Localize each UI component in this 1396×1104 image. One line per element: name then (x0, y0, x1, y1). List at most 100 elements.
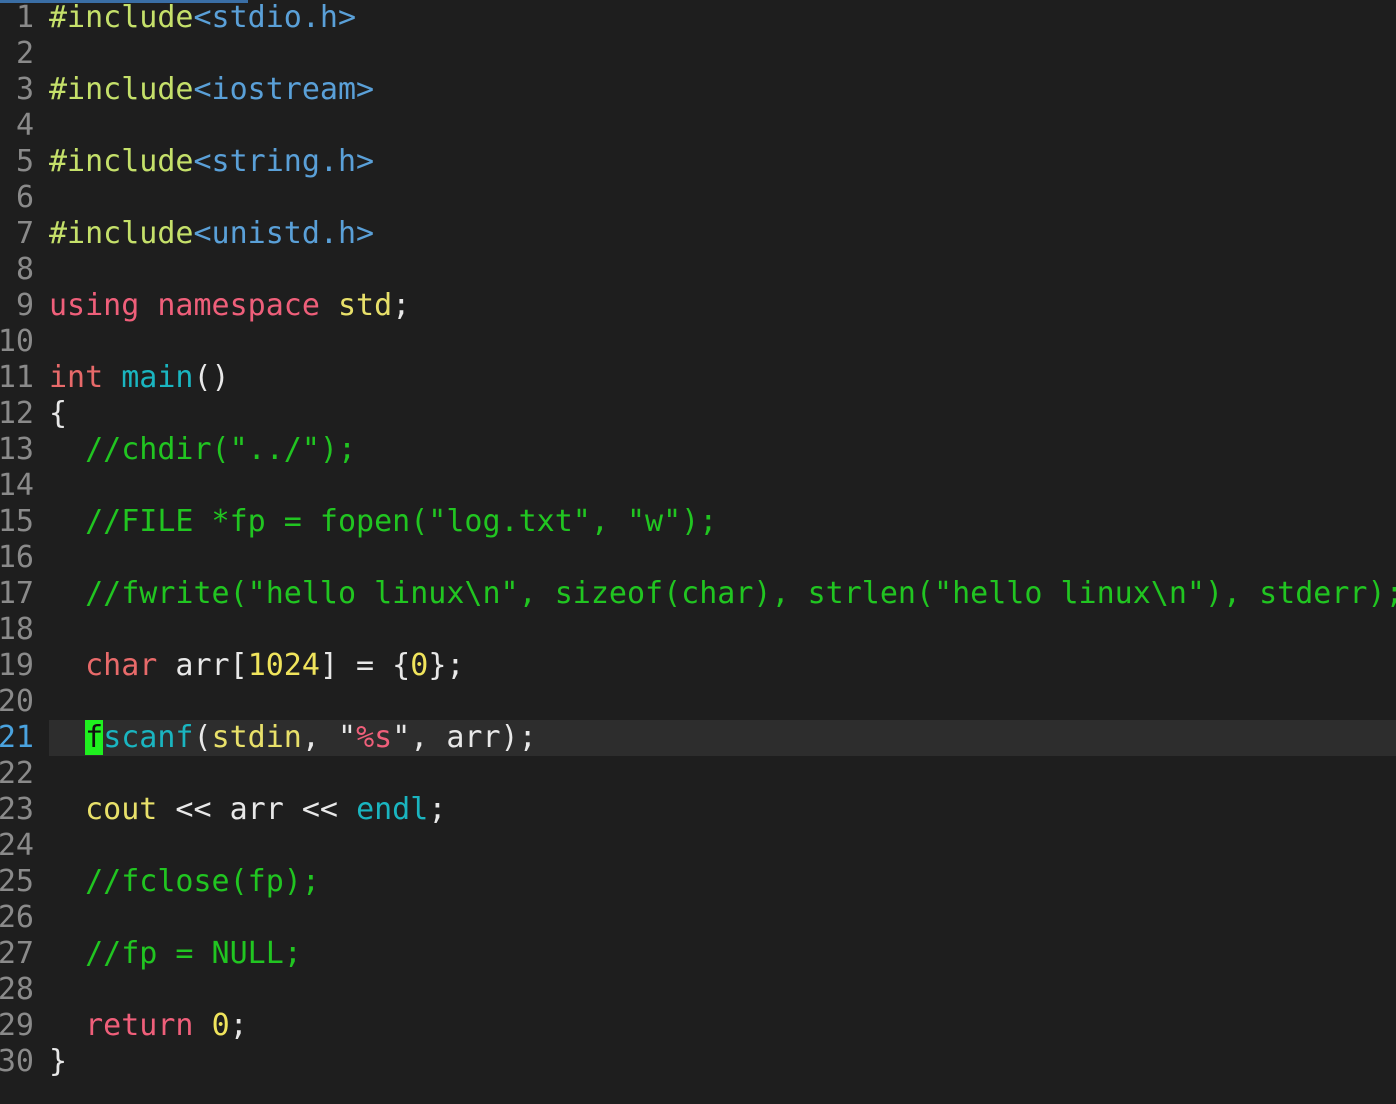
code-token: { (49, 396, 68, 431)
line-content[interactable]: char arr[1024] = {0}; (49, 648, 1396, 684)
code-line[interactable]: 25 //fclose(fp); (0, 864, 1396, 900)
line-content[interactable] (49, 684, 1396, 720)
line-number: 29 (0, 1008, 34, 1043)
line-content[interactable]: { (49, 396, 1396, 432)
line-content[interactable] (49, 108, 1396, 144)
code-line[interactable]: 14 (0, 468, 1396, 504)
line-content[interactable] (49, 828, 1396, 864)
line-content[interactable]: #include<string.h> (49, 144, 1396, 180)
code-line[interactable]: 11 int main() (0, 360, 1396, 396)
number-token: 1024 (247, 648, 320, 683)
code-line[interactable]: 2 (0, 36, 1396, 72)
code-line[interactable]: 27 //fp = NULL; (0, 936, 1396, 972)
code-line[interactable]: 16 (0, 540, 1396, 576)
line-content[interactable] (49, 36, 1396, 72)
line-content[interactable]: using namespace std; (49, 288, 1396, 324)
line-number: 14 (0, 468, 34, 503)
line-number: 4 (15, 108, 34, 143)
preprocessor-token: #include (49, 0, 194, 35)
code-token: ", arr); (392, 720, 537, 755)
line-content[interactable]: //fclose(fp); (49, 864, 1396, 900)
line-number: 27 (0, 936, 34, 971)
code-line[interactable]: 15 //FILE *fp = fopen("log.txt", "w"); (0, 504, 1396, 540)
code-line[interactable]: 10 (0, 324, 1396, 360)
code-editor[interactable]: 1 #include<stdio.h> 2 3 #include<iostream> 4 5… (0, 0, 1396, 1104)
code-token: arr[ (157, 648, 248, 683)
function-token: scanf (103, 720, 194, 755)
line-content[interactable]: fscanf(stdin, "%s", arr); (49, 720, 1396, 756)
code-line[interactable]: 23 cout << arr << endl; (0, 792, 1396, 828)
code-line[interactable]: 8 (0, 252, 1396, 288)
code-line[interactable]: 17 //fwrite("hello linux\n", sizeof(char… (0, 576, 1396, 612)
line-content[interactable]: //FILE *fp = fopen("log.txt", "w"); (49, 504, 1396, 540)
code-line[interactable]: 5 #include<string.h> (0, 144, 1396, 180)
line-content[interactable] (49, 972, 1396, 1008)
code-token: () (193, 360, 230, 395)
line-number: 25 (0, 864, 34, 899)
code-line[interactable]: 24 (0, 828, 1396, 864)
line-content[interactable]: cout << arr << endl; (49, 792, 1396, 828)
code-line[interactable]: 30} (0, 1044, 1396, 1080)
line-number: 10 (0, 324, 34, 359)
code-line[interactable]: 28 (0, 972, 1396, 1008)
line-content[interactable]: //fwrite("hello linux\n", sizeof(char), … (49, 576, 1396, 612)
line-content[interactable]: #include<iostream> (49, 72, 1396, 108)
line-content[interactable] (49, 180, 1396, 216)
line-number: 3 (15, 72, 34, 107)
line-content[interactable] (49, 900, 1396, 936)
code-line[interactable]: 26 (0, 900, 1396, 936)
line-number: 23 (0, 792, 34, 827)
code-line[interactable]: 20 (0, 684, 1396, 720)
format-specifier-token: %s (356, 720, 393, 755)
comment-token: //fwrite("hello linux\n", sizeof(char), … (49, 576, 1396, 611)
function-token: main (121, 360, 194, 395)
line-content[interactable] (49, 468, 1396, 504)
code-token: ] = { (319, 648, 411, 683)
code-line[interactable]: 9 using namespace std; (0, 288, 1396, 324)
line-number: 5 (15, 144, 34, 179)
line-number: 19 (0, 648, 34, 683)
line-content[interactable] (49, 252, 1396, 288)
line-content[interactable]: #include<unistd.h> (49, 216, 1396, 252)
code-line[interactable]: 22 (0, 756, 1396, 792)
line-content[interactable]: //chdir("../"); (49, 432, 1396, 468)
text-cursor: f (85, 720, 104, 755)
line-content[interactable]: #include<stdio.h> (49, 0, 1396, 36)
keyword-token: return (85, 1008, 194, 1043)
code-line[interactable]: 19 char arr[1024] = {0}; (0, 648, 1396, 684)
code-line[interactable]: 29 return 0; (0, 1008, 1396, 1044)
line-content[interactable]: } (49, 1044, 1396, 1080)
include-path-token: <string.h> (193, 144, 375, 179)
line-content[interactable] (49, 756, 1396, 792)
line-content[interactable] (49, 324, 1396, 360)
code-token: ; (392, 288, 411, 323)
number-token: 0 (211, 1008, 230, 1043)
line-number: 12 (0, 396, 34, 431)
code-line[interactable]: 6 (0, 180, 1396, 216)
line-content[interactable]: int main() (49, 360, 1396, 396)
code-line[interactable]: 3 #include<iostream> (0, 72, 1396, 108)
line-content[interactable] (49, 612, 1396, 648)
type-token: char (85, 648, 158, 683)
line-number: 15 (0, 504, 34, 539)
line-content[interactable]: return 0; (49, 1008, 1396, 1044)
line-content[interactable] (49, 540, 1396, 576)
code-line[interactable]: 7 #include<unistd.h> (0, 216, 1396, 252)
code-line[interactable]: 21 fscanf(stdin, "%s", arr); (0, 720, 1396, 756)
code-line[interactable]: 12 { (0, 396, 1396, 432)
code-token: , " (301, 720, 357, 755)
number-token: 0 (410, 648, 429, 683)
code-line[interactable]: 18 (0, 612, 1396, 648)
code-line[interactable]: 13 //chdir("../"); (0, 432, 1396, 468)
code-area[interactable]: 1 #include<stdio.h> 2 3 #include<iostream> 4 5… (0, 0, 1396, 1080)
code-line[interactable]: 1 #include<stdio.h> (0, 0, 1396, 36)
code-token: ( (193, 720, 212, 755)
line-number: 22 (0, 756, 34, 791)
line-content[interactable]: //fp = NULL; (49, 936, 1396, 972)
code-line[interactable]: 4 (0, 108, 1396, 144)
preprocessor-token: #include (49, 216, 194, 251)
